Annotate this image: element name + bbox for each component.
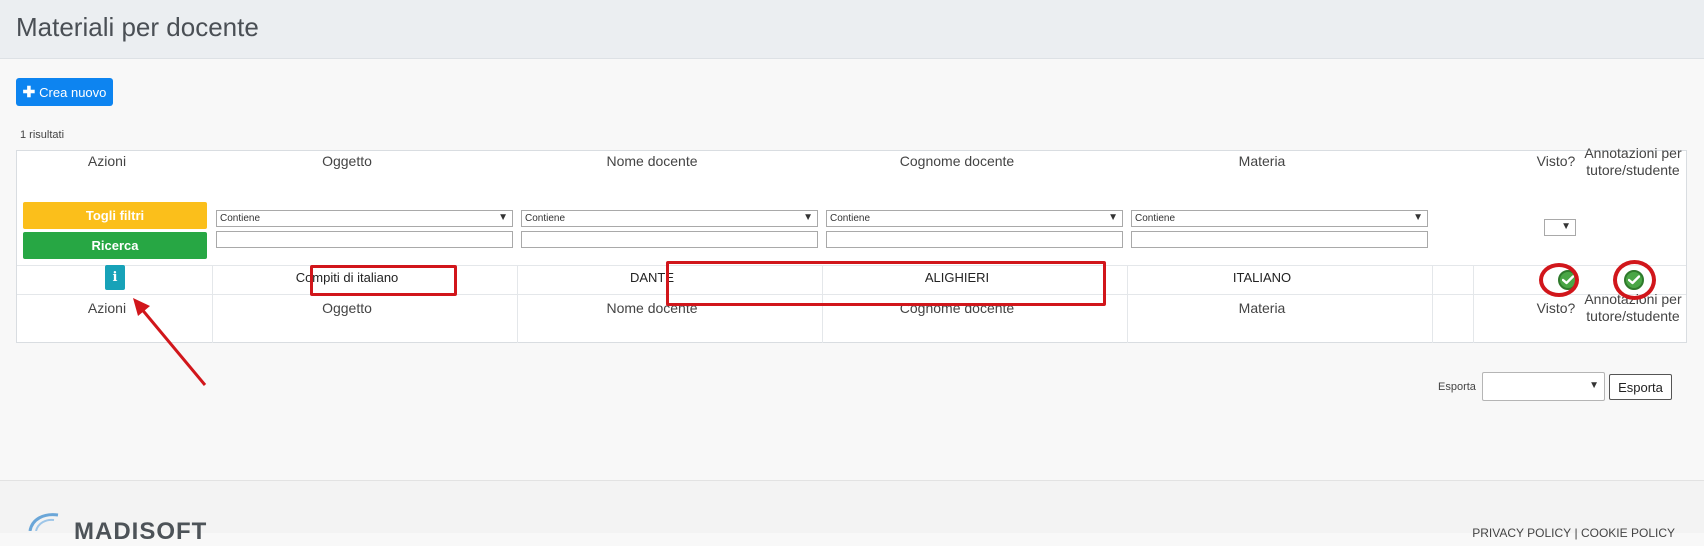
header-azioni: Azioni xyxy=(87,153,127,169)
dropdown-arrow-icon: ▼ xyxy=(1561,221,1571,232)
nome-filter-select[interactable]: Contiene ▼ xyxy=(521,210,818,227)
annotation-arrow-icon xyxy=(133,298,207,386)
column-divider xyxy=(1473,265,1474,343)
dropdown-arrow-icon: ▼ xyxy=(498,212,508,223)
results-count: 1 risultati xyxy=(20,129,65,141)
header-nome-docente: Nome docente xyxy=(606,153,698,169)
column-divider xyxy=(1127,265,1128,343)
cookie-policy-link[interactable]: COOKIE POLICY xyxy=(1581,526,1675,540)
export-format-select[interactable]: ▼ xyxy=(1482,372,1605,401)
nome-filter-input[interactable] xyxy=(521,231,818,248)
export-label: Esporta xyxy=(1438,381,1476,393)
clear-filters-button[interactable]: Togli filtri xyxy=(23,202,207,229)
oggetto-filter-input[interactable] xyxy=(216,231,513,248)
create-new-label: Crea nuovo xyxy=(39,84,107,100)
export-button[interactable]: Esporta xyxy=(1609,374,1672,400)
dropdown-arrow-icon: ▼ xyxy=(1413,212,1423,223)
footer-separator: | xyxy=(1574,526,1578,540)
page-header: Materiali per docente xyxy=(0,0,1704,59)
materials-table: Azioni Oggetto Nome docente Cognome doce… xyxy=(16,145,1687,343)
dropdown-arrow-icon: ▼ xyxy=(803,212,813,223)
materia-filter-select[interactable]: Contiene ▼ xyxy=(1131,210,1428,227)
privacy-policy-link[interactable]: PRIVACY POLICY xyxy=(1472,526,1571,540)
dropdown-arrow-icon: ▼ xyxy=(1108,212,1118,223)
materia-filter-operator: Contiene xyxy=(1135,213,1176,224)
footer-links: PRIVACY POLICY | COOKIE POLICY xyxy=(1472,526,1675,540)
info-icon: i xyxy=(112,270,118,285)
highlight-oggetto-box xyxy=(310,265,457,296)
highlight-visto-circle xyxy=(1539,263,1579,297)
cognome-filter-input[interactable] xyxy=(826,231,1123,248)
nome-filter-operator: Contiene xyxy=(525,213,566,224)
cognome-filter-select[interactable]: Contiene ▼ xyxy=(826,210,1123,227)
oggetto-filter-operator: Contiene xyxy=(220,213,261,224)
page-title: Materiali per docente xyxy=(16,12,259,42)
dropdown-arrow-icon: ▼ xyxy=(1589,380,1599,391)
footer-header-materia: Materia xyxy=(1238,300,1286,316)
madisoft-logo-icon xyxy=(28,513,59,531)
oggetto-filter-select[interactable]: Contiene ▼ xyxy=(216,210,513,227)
footer-header-oggetto: Oggetto xyxy=(322,300,372,316)
visto-filter-select[interactable]: ▼ xyxy=(1544,219,1576,236)
search-button[interactable]: Ricerca xyxy=(23,232,207,259)
page-footer: MADISOFT PRIVACY POLICY | COOKIE POLICY xyxy=(0,480,1704,545)
column-divider xyxy=(1432,265,1433,343)
header-cognome-docente: Cognome docente xyxy=(899,153,1015,169)
header-annotazioni: Annotazioni per tutore/studente xyxy=(1584,145,1682,178)
plus-icon: ✚ xyxy=(22,83,36,101)
header-visto: Visto? xyxy=(1536,153,1576,169)
info-button[interactable]: i xyxy=(105,265,125,290)
highlight-docente-box xyxy=(666,261,1106,306)
header-oggetto: Oggetto xyxy=(322,153,372,169)
madisoft-logo: MADISOFT xyxy=(74,518,208,545)
column-divider xyxy=(517,265,518,343)
footer-header-visto: Visto? xyxy=(1536,300,1576,316)
cognome-filter-operator: Contiene xyxy=(830,213,871,224)
header-materia: Materia xyxy=(1238,153,1286,169)
materia-filter-input[interactable] xyxy=(1131,231,1428,248)
cell-materia: ITALIANO xyxy=(1232,270,1292,285)
highlight-annotazioni-circle xyxy=(1613,260,1656,300)
create-new-button[interactable]: ✚ Crea nuovo xyxy=(16,78,113,106)
